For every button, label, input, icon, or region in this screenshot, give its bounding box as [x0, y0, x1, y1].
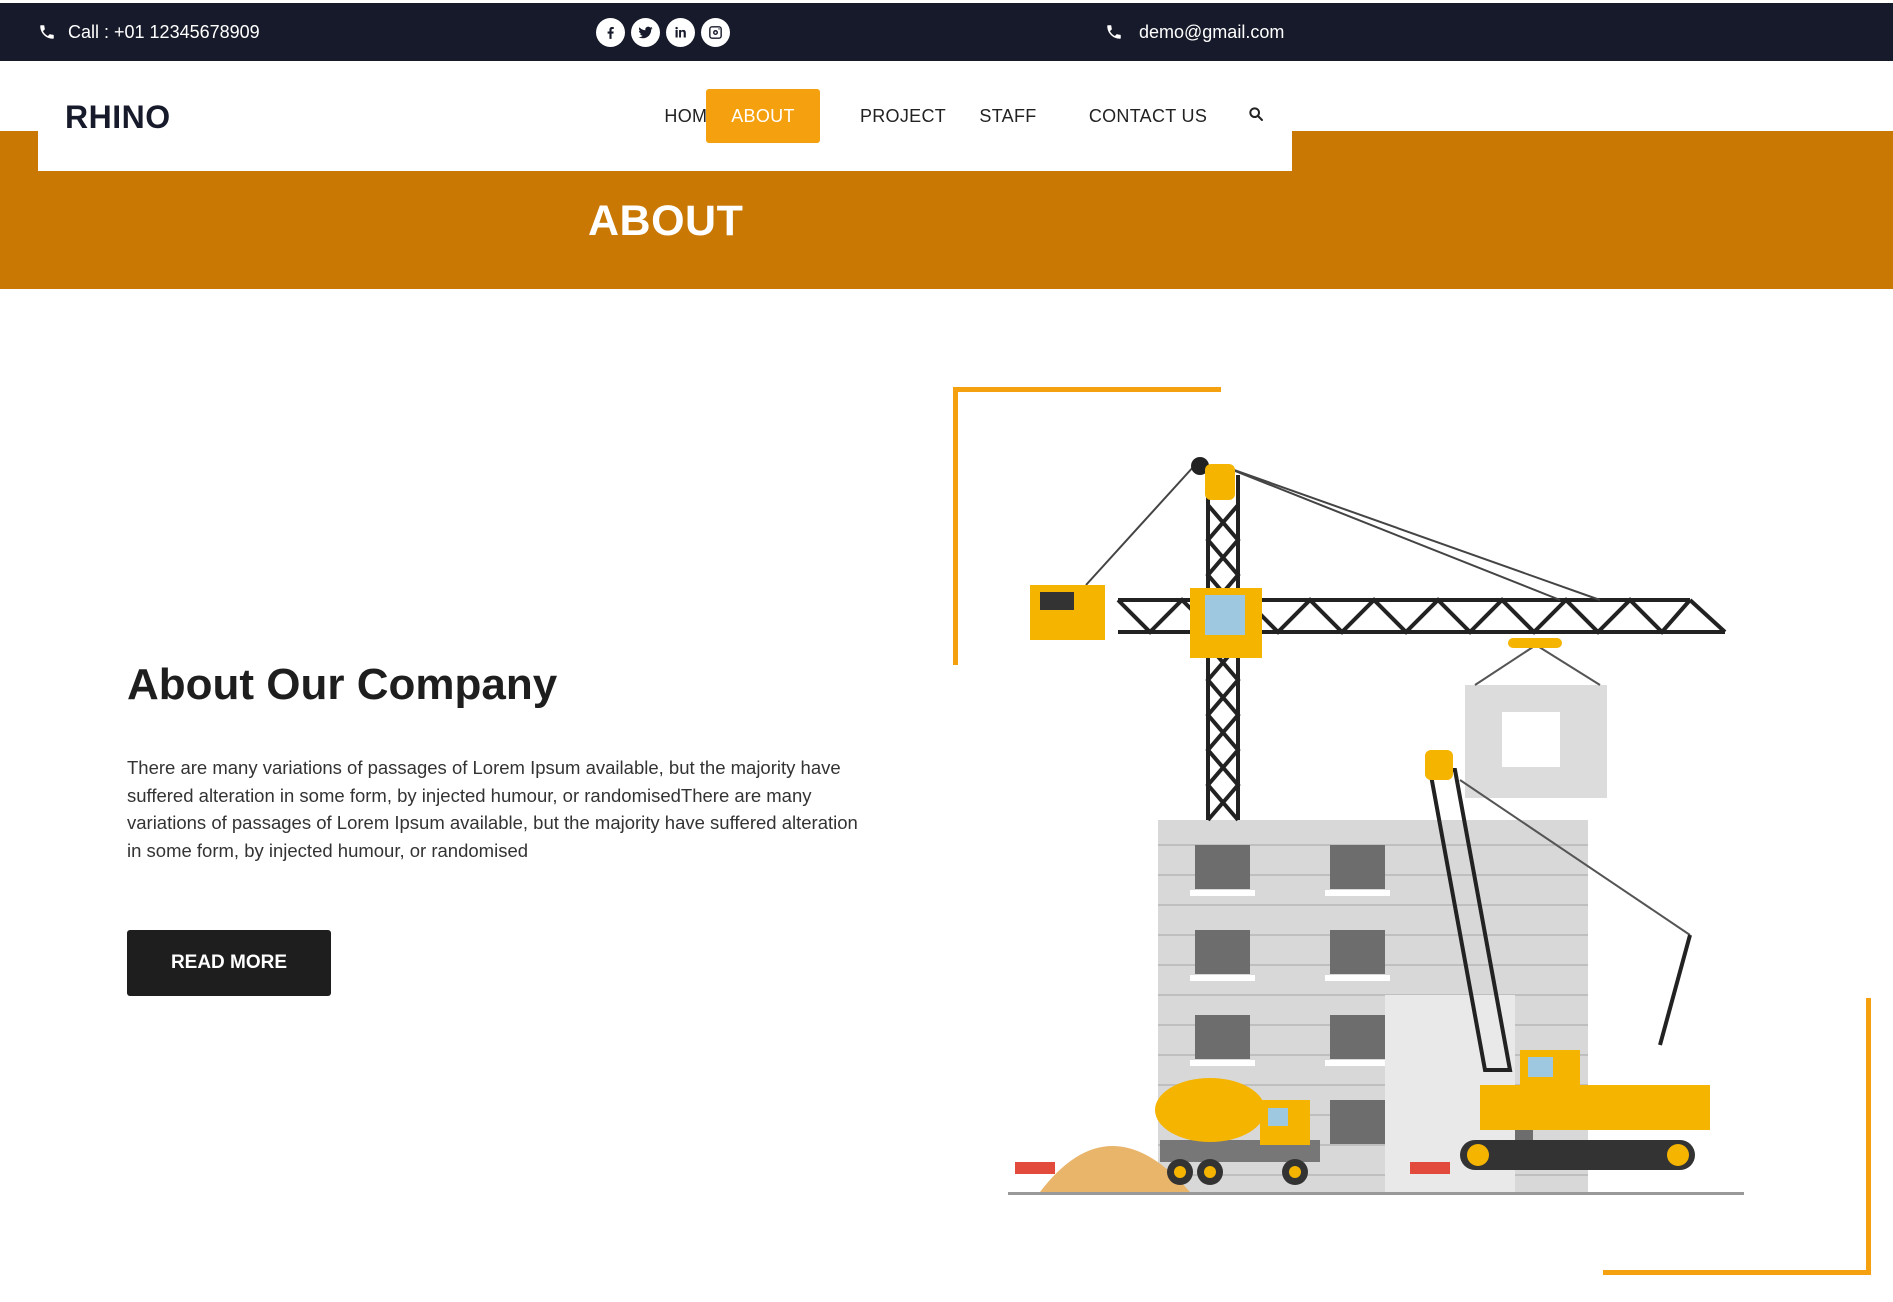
email-contact[interactable]: demo@gmail.com — [1105, 3, 1284, 61]
nav-item-contact[interactable]: CONTACT US — [1073, 89, 1223, 143]
construction-illustration — [1008, 457, 1744, 1195]
twitter-icon[interactable] — [631, 18, 660, 47]
read-more-button[interactable]: READ MORE — [127, 930, 331, 996]
nav-item-project[interactable]: PROJECT — [838, 89, 968, 143]
instagram-icon[interactable] — [701, 18, 730, 47]
phone-contact[interactable]: Call : +01 12345678909 — [38, 3, 260, 61]
suspended-block — [1465, 638, 1607, 798]
top-bar: Call : +01 12345678909 demo@gmail.com — [0, 0, 1893, 61]
search-icon[interactable] — [1248, 106, 1268, 126]
social-links — [596, 18, 730, 47]
phone-icon — [40, 25, 54, 39]
frame-top-line — [953, 387, 1221, 392]
frame-bottom-line — [1603, 1270, 1871, 1275]
about-heading: About Our Company — [127, 660, 558, 709]
linkedin-icon[interactable] — [666, 18, 695, 47]
page-title: ABOUT — [588, 197, 744, 245]
nav-item-staff[interactable]: STAFF — [958, 89, 1058, 143]
nav-item-about[interactable]: ABOUT — [706, 89, 820, 143]
frame-right-line — [1866, 998, 1871, 1275]
site-logo[interactable]: RHINO — [65, 99, 171, 136]
frame-left-line — [953, 387, 958, 665]
main-navigation: RHINO HOME ABOUT PROJECT STAFF CONTACT U… — [38, 61, 1292, 171]
facebook-icon[interactable] — [596, 18, 625, 47]
email-text: demo@gmail.com — [1139, 21, 1285, 42]
phone-icon — [1107, 25, 1121, 39]
about-paragraph: There are many variations of passages of… — [127, 757, 858, 861]
phone-text: Call : +01 12345678909 — [68, 21, 260, 42]
